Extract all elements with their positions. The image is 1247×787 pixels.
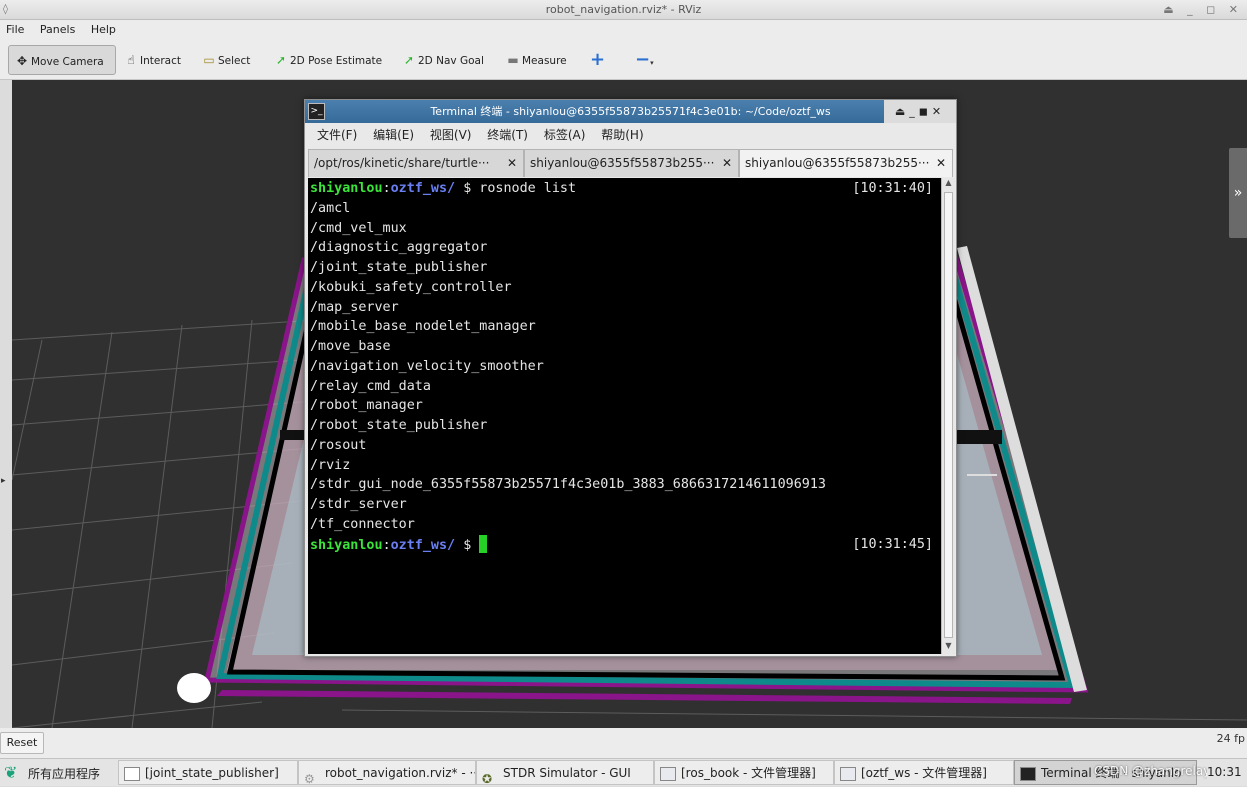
select-box-icon: ▭ bbox=[203, 53, 215, 67]
rviz-window-title: robot_navigation.rviz* - RViz bbox=[545, 3, 702, 16]
terminal-output-line: /tf_connector bbox=[310, 516, 415, 532]
terminal-menubar: 文件(F) 编辑(E) 视图(V) 终端(T) 标签(A) 帮助(H) bbox=[305, 123, 956, 147]
terminal-output[interactable]: shiyanlou:oztf_ws/ $ rosnode list [10:31:… bbox=[308, 178, 941, 654]
terminal-menu-help[interactable]: 帮助(H) bbox=[589, 123, 643, 147]
menu-file[interactable]: File bbox=[0, 20, 30, 40]
taskbar-item[interactable]: [ros_book - 文件管理器] bbox=[654, 760, 834, 785]
pose-estimate-button[interactable]: ➚ 2D Pose Estimate bbox=[268, 45, 382, 75]
collapse-right-panel-button[interactable]: » bbox=[1229, 148, 1247, 238]
terminal-output-line: /rviz bbox=[310, 457, 351, 473]
window-icon bbox=[124, 766, 140, 781]
taskbar-item[interactable]: ⚙ robot_navigation.rviz* - ··· bbox=[298, 760, 476, 785]
terminal-output-line: /mobile_base_nodelet_manager bbox=[310, 319, 536, 335]
ruler-icon: ▬ bbox=[507, 53, 519, 67]
reset-button[interactable]: Reset bbox=[0, 732, 44, 754]
menu-panels[interactable]: Panels bbox=[34, 20, 81, 40]
measure-button[interactable]: ▬ Measure bbox=[500, 45, 566, 75]
terminal-output-line: /move_base bbox=[310, 339, 391, 354]
hand-icon: ☝ bbox=[127, 53, 135, 67]
terminal-output-line: /rosout bbox=[310, 437, 367, 453]
select-button[interactable]: ▭ Select bbox=[196, 45, 250, 75]
scroll-down-arrow-icon[interactable]: ▼ bbox=[942, 641, 955, 654]
rviz-toolbar: ✥ Move Camera ☝ Interact ▭ Select ➚ 2D Pose … bbox=[0, 40, 1247, 80]
taskbar-item[interactable]: [joint_state_publisher] bbox=[118, 760, 298, 785]
nav-goal-button[interactable]: ➚ 2D Nav Goal bbox=[396, 45, 484, 75]
terminal-output-line: /stdr_gui_node_6355f55873b25571f4c3e01b_… bbox=[310, 477, 826, 493]
csdn-watermark: CSDN @zhangrelay bbox=[1094, 764, 1211, 778]
close-tab-icon[interactable]: ✕ bbox=[507, 150, 517, 177]
folder-icon bbox=[840, 766, 856, 781]
left-panel-collapsed[interactable]: ▸ bbox=[0, 80, 12, 728]
move-camera-button[interactable]: ✥ Move Camera bbox=[8, 45, 116, 75]
minus-icon: − bbox=[635, 49, 651, 70]
terminal-tab[interactable]: /opt/ros/kinetic/share/turtle··· ✕ bbox=[308, 149, 524, 177]
stdr-icon: ✪ bbox=[482, 771, 493, 785]
rviz-statusbar: Reset 24 fp bbox=[0, 728, 1247, 758]
terminal-scrollbar[interactable]: ▲ ▼ bbox=[941, 178, 955, 654]
terminal-menu-file[interactable]: 文件(F) bbox=[305, 123, 357, 147]
double-chevron-right-icon: » bbox=[1233, 185, 1243, 201]
taskbar-item[interactable]: [oztf_ws - 文件管理器] bbox=[834, 760, 1014, 785]
move-camera-icon: ✥ bbox=[16, 54, 28, 68]
window-controls[interactable]: ⏏ _ ◻ ✕ bbox=[1163, 0, 1243, 20]
rviz-icon: ⚙ bbox=[304, 771, 315, 785]
plus-icon: + bbox=[590, 49, 606, 70]
scrollbar-thumb[interactable] bbox=[944, 192, 953, 638]
fps-readout: 24 fp bbox=[1216, 732, 1245, 745]
terminal-output-line: /joint_state_publisher bbox=[310, 260, 488, 275]
folder-icon bbox=[660, 766, 676, 781]
pose-estimate-arrow-icon: ➚ bbox=[275, 53, 287, 67]
terminal-app-icon: >_ bbox=[308, 103, 325, 120]
dropdown-arrow-icon: ▾ bbox=[650, 59, 654, 67]
terminal-output-line: /cmd_vel_mux bbox=[310, 220, 407, 236]
add-tool-button[interactable]: + bbox=[586, 45, 605, 75]
terminal-output-line: /kobuki_safety_controller bbox=[310, 279, 512, 295]
terminal-output-line: /robot_manager bbox=[310, 398, 423, 414]
terminal-icon bbox=[1020, 766, 1036, 781]
terminal-output-line: /robot_state_publisher bbox=[310, 418, 488, 433]
terminal-output-line: /amcl bbox=[310, 200, 351, 216]
interact-button[interactable]: ☝ Interact bbox=[118, 45, 181, 75]
nav-goal-arrow-icon: ➚ bbox=[403, 53, 415, 67]
app-launcher-leaf-icon: ❦ bbox=[4, 763, 18, 782]
terminal-titlebar[interactable]: >_ Terminal 终端 - shiyanlou@6355f55873b25… bbox=[305, 100, 956, 123]
terminal-cursor bbox=[479, 534, 488, 553]
terminal-output-line: /diagnostic_aggregator bbox=[310, 240, 488, 256]
rviz-menubar: File Panels Help bbox=[0, 20, 1247, 40]
taskbar-item[interactable]: ✪ STDR Simulator - GUI bbox=[476, 760, 654, 785]
robot-marker bbox=[177, 673, 211, 703]
terminal-title: Terminal 终端 - shiyanlou@6355f55873b25571… bbox=[430, 105, 831, 118]
taskbar: ❦ 所有应用程序 [joint_state_publisher] ⚙ robot_n… bbox=[0, 758, 1247, 786]
rviz-titlebar[interactable]: ◊ robot_navigation.rviz* - RViz ⏏ _ ◻ ✕ bbox=[0, 0, 1247, 20]
expand-left-arrow-icon[interactable]: ▸ bbox=[1, 476, 6, 486]
terminal-prompt-line: shiyanlou:oztf_ws/ $ rosnode list [10:31:… bbox=[310, 181, 933, 196]
window-menu-icon[interactable]: ◊ bbox=[3, 0, 8, 20]
scroll-up-arrow-icon[interactable]: ▲ bbox=[942, 178, 955, 191]
terminal-tab-active[interactable]: shiyanlou@6355f55873b255··· ✕ bbox=[739, 149, 953, 177]
terminal-menu-edit[interactable]: 编辑(E) bbox=[361, 123, 414, 147]
terminal-output-line: /map_server bbox=[310, 299, 399, 315]
terminal-menu-tabs[interactable]: 标签(A) bbox=[532, 123, 586, 147]
terminal-window[interactable]: >_ Terminal 终端 - shiyanlou@6355f55873b25… bbox=[304, 99, 957, 657]
menu-help[interactable]: Help bbox=[85, 20, 122, 40]
terminal-prompt-line: shiyanlou:oztf_ws/ $ [10:31:45] bbox=[310, 534, 933, 553]
terminal-window-controls[interactable]: ⏏_◼✕ bbox=[884, 100, 956, 123]
terminal-menu-terminal[interactable]: 终端(T) bbox=[475, 123, 528, 147]
terminal-tabbar: /opt/ros/kinetic/share/turtle··· ✕ shiyan… bbox=[308, 149, 953, 177]
terminal-output-line: /relay_cmd_data bbox=[310, 378, 431, 394]
terminal-menu-view[interactable]: 视图(V) bbox=[418, 123, 472, 147]
terminal-tab[interactable]: shiyanlou@6355f55873b255··· ✕ bbox=[524, 149, 739, 177]
taskbar-clock: 10:31 bbox=[1207, 759, 1247, 786]
start-menu-button[interactable]: ❦ 所有应用程序 bbox=[4, 760, 100, 785]
terminal-output-line: /navigation_velocity_smoother bbox=[310, 358, 544, 374]
terminal-output-line: /stdr_server bbox=[310, 497, 407, 512]
remove-tool-button[interactable]: −▾ bbox=[631, 45, 654, 75]
close-tab-icon[interactable]: ✕ bbox=[936, 150, 946, 177]
close-tab-icon[interactable]: ✕ bbox=[722, 150, 732, 177]
